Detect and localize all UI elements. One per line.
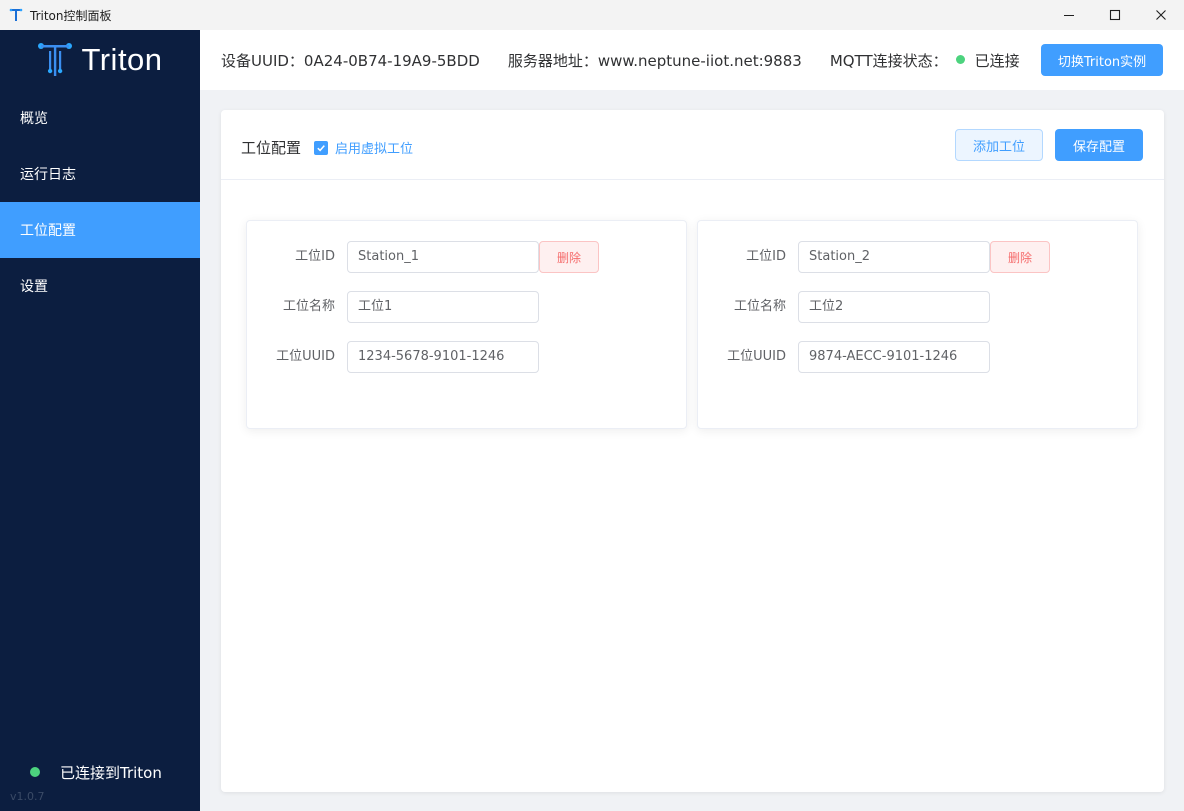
station-name-label: 工位名称 — [282, 299, 335, 314]
station-uuid-label: 工位UUID — [276, 349, 335, 364]
virtual-station-label[interactable]: 启用虚拟工位 — [335, 138, 413, 157]
mqtt-status-label: MQTT连接状态： — [829, 51, 948, 70]
station-uuid-row: 工位UUID 1234-5678-9101-1246 — [247, 341, 686, 373]
triton-logo-icon — [38, 43, 73, 76]
station-id-label: 工位ID — [746, 249, 786, 264]
logo-text: Triton — [81, 42, 163, 77]
sidebar: Triton 概览 运行日志 工位配置 设置 已连接到Triton v1.0.7 — [0, 30, 200, 811]
station-uuid-input[interactable]: 9874-AECC-9101-1246 — [798, 341, 990, 373]
server-address: 服务器地址：www.neptune-iiot.net:9883 — [507, 51, 802, 70]
station-name-row: 工位名称 工位1 — [247, 291, 686, 323]
station-id-row: 工位ID Station_2 删除 — [698, 241, 1137, 273]
maximize-button[interactable] — [1092, 0, 1138, 30]
delete-station-button[interactable]: 删除 — [539, 241, 599, 273]
add-station-button[interactable]: 添加工位 — [955, 129, 1043, 161]
connection-status-text: 已连接到Triton — [60, 763, 162, 782]
sidebar-item-label: 运行日志 — [20, 167, 76, 183]
station-id-row: 工位ID Station_1 删除 — [247, 241, 686, 273]
station-card: 工位ID Station_2 删除 工位名称 工位2 工位UUID 9874-A… — [697, 220, 1138, 429]
delete-station-button[interactable]: 删除 — [990, 241, 1050, 273]
station-uuid-label: 工位UUID — [727, 349, 786, 364]
window-titlebar[interactable]: Triton控制面板 — [0, 0, 1184, 30]
sidebar-item-overview[interactable]: 概览 — [0, 90, 200, 146]
close-icon — [1156, 10, 1166, 20]
connected-dot-icon — [30, 767, 40, 777]
station-card: 工位ID Station_1 删除 工位名称 工位1 工位UUID 1234-5… — [246, 220, 687, 429]
station-id-input[interactable]: Station_2 — [798, 241, 990, 273]
checkbox-checked-icon[interactable] — [314, 140, 328, 155]
station-config-panel: 工位配置 启用虚拟工位 添加工位 保存配置 工位ID Station_1 删除 … — [221, 110, 1164, 792]
mqtt-status-value: 已连接 — [974, 51, 1020, 70]
station-id-label: 工位ID — [295, 249, 335, 264]
window-title: Triton控制面板 — [30, 8, 112, 23]
save-config-button[interactable]: 保存配置 — [1055, 129, 1143, 161]
mqtt-connected-dot-icon — [955, 54, 965, 64]
panel-header: 工位配置 启用虚拟工位 添加工位 保存配置 — [221, 110, 1164, 180]
station-name-input[interactable]: 工位1 — [347, 291, 539, 323]
version-label: v1.0.7 — [10, 790, 45, 803]
virtual-station-checkbox[interactable]: 启用虚拟工位 — [314, 138, 413, 157]
sidebar-item-label: 工位配置 — [20, 223, 76, 239]
maximize-icon — [1109, 9, 1121, 21]
sidebar-item-station-config[interactable]: 工位配置 — [0, 202, 200, 258]
close-button[interactable] — [1138, 0, 1184, 30]
logo: Triton — [0, 30, 200, 90]
device-uuid: 设备UUID：0A24-0B74-19A9-5BDD — [221, 51, 480, 70]
sidebar-item-logs[interactable]: 运行日志 — [0, 146, 200, 202]
minimize-icon — [1064, 15, 1074, 16]
station-uuid-input[interactable]: 1234-5678-9101-1246 — [347, 341, 539, 373]
station-name-label: 工位名称 — [733, 299, 786, 314]
station-id-input[interactable]: Station_1 — [347, 241, 539, 273]
window-controls — [1046, 0, 1184, 30]
header: 设备UUID：0A24-0B74-19A9-5BDD 服务器地址：www.nep… — [200, 30, 1184, 90]
triton-app-icon — [8, 7, 24, 23]
station-name-input[interactable]: 工位2 — [798, 291, 990, 323]
sidebar-item-settings[interactable]: 设置 — [0, 258, 200, 314]
sidebar-item-label: 设置 — [20, 279, 48, 295]
minimize-button[interactable] — [1046, 0, 1092, 30]
switch-instance-button[interactable]: 切换Triton实例 — [1041, 44, 1163, 76]
page-title: 工位配置 — [241, 139, 302, 157]
station-name-row: 工位名称 工位2 — [698, 291, 1137, 323]
connection-status: 已连接到Triton — [0, 758, 200, 786]
sidebar-item-label: 概览 — [20, 111, 48, 127]
station-uuid-row: 工位UUID 9874-AECC-9101-1246 — [698, 341, 1137, 373]
